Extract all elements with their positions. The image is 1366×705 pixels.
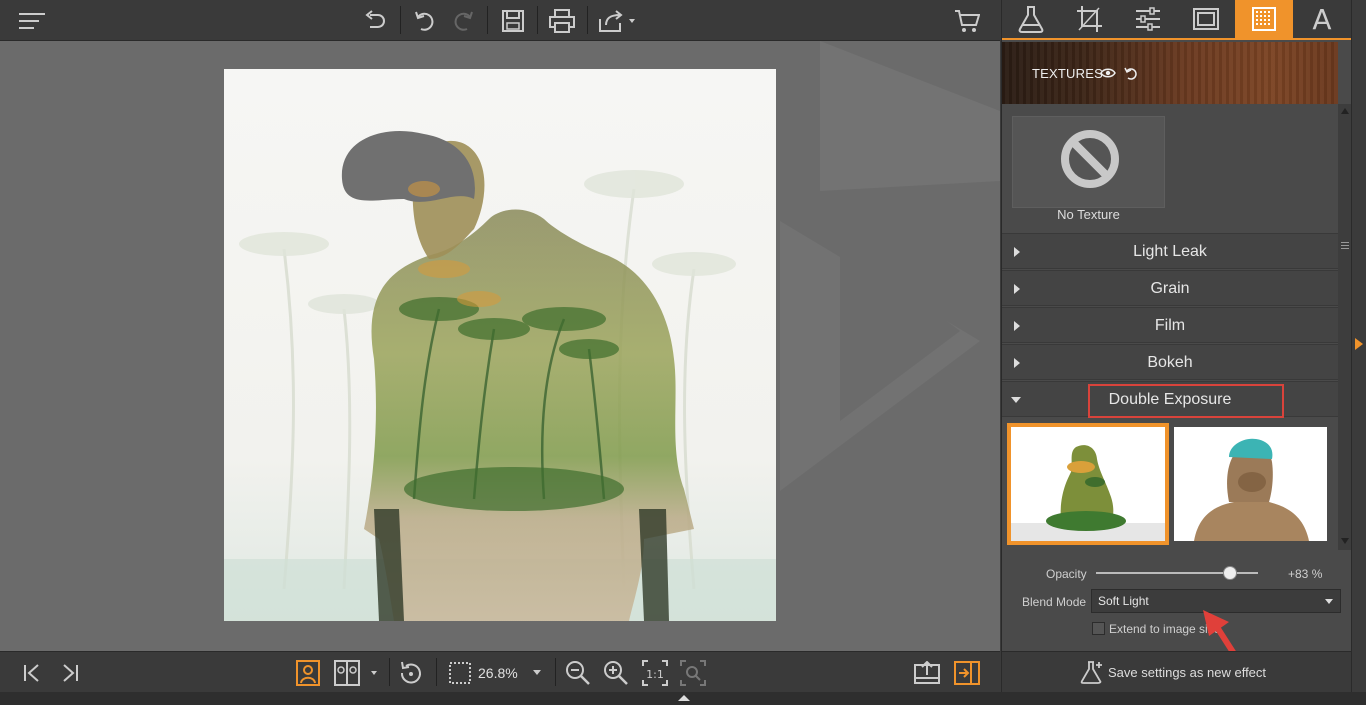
photo-editor-app: 26.8% 1:1 A TEXTURES No Texture Light Le… [0, 0, 1366, 705]
chevron-down-icon [1325, 599, 1333, 604]
panel-collapse-rail[interactable] [1351, 0, 1366, 692]
print-icon[interactable] [545, 4, 579, 38]
blend-mode-value: Soft Light [1098, 594, 1149, 608]
last-image-icon[interactable] [56, 656, 84, 690]
compare-view-icon[interactable] [332, 656, 382, 690]
reset-icon[interactable] [1123, 65, 1139, 81]
undo-icon[interactable] [408, 4, 442, 38]
bottom-strip [0, 692, 1366, 705]
watermark-logo [780, 41, 1000, 491]
zoom-select[interactable]: 26.8% [448, 659, 548, 687]
tab-text[interactable]: A [1293, 0, 1351, 38]
chevron-up-icon[interactable] [677, 694, 691, 702]
hamburger-menu-icon[interactable] [15, 4, 49, 38]
no-entry-icon [1061, 130, 1119, 188]
chevron-down-icon [532, 670, 541, 675]
tab-effects[interactable] [1002, 0, 1060, 38]
extend-checkbox[interactable] [1092, 622, 1105, 635]
grip-icon [1341, 242, 1349, 249]
bottom-toolbar: 26.8% 1:1 [0, 651, 1000, 692]
tab-crop[interactable] [1060, 0, 1118, 38]
actual-size-icon[interactable]: 1:1 [640, 656, 670, 690]
zoom-in-icon[interactable] [601, 656, 631, 690]
zoom-out-icon[interactable] [563, 656, 593, 690]
scroll-down-icon[interactable] [1341, 538, 1349, 544]
vertical-scrollbar[interactable] [1338, 104, 1352, 550]
blend-mode-label: Blend Mode [1022, 595, 1087, 609]
section-bokeh[interactable]: Bokeh [1002, 344, 1338, 380]
edited-photo [224, 69, 776, 621]
first-image-icon[interactable] [18, 656, 46, 690]
flask-plus-icon [1080, 661, 1102, 684]
tab-adjust[interactable] [1119, 0, 1177, 38]
section-film[interactable]: Film [1002, 307, 1338, 343]
texture-controls: Opacity +83 % Blend Mode Soft Light Exte… [1002, 550, 1352, 677]
tab-textures[interactable] [1235, 0, 1293, 38]
export-icon[interactable] [912, 656, 942, 690]
svg-text:1:1: 1:1 [646, 668, 664, 681]
right-panel: A TEXTURES No Texture Light Leak Grain F… [1001, 0, 1352, 692]
opacity-label: Opacity [1046, 567, 1087, 581]
section-grain[interactable]: Grain [1002, 270, 1338, 306]
section-light-leak[interactable]: Light Leak [1002, 233, 1338, 269]
texture-grid-icon [1252, 7, 1276, 31]
fit-screen-icon [449, 662, 471, 684]
image-canvas[interactable] [0, 41, 1000, 651]
save-effect-button[interactable]: Save settings as new effect [1002, 651, 1352, 692]
chevron-right-icon[interactable] [1355, 338, 1363, 350]
save-icon[interactable] [496, 4, 530, 38]
rotate-icon[interactable] [396, 656, 426, 690]
highlight-box [1088, 384, 1284, 418]
zoom-value: 26.8% [478, 665, 518, 681]
section-label: Light Leak [1133, 243, 1207, 260]
top-toolbar [0, 0, 1000, 41]
double-exposure-thumbnails [1002, 418, 1338, 550]
thumbnail-portrait[interactable] [1174, 427, 1327, 541]
section-label: Bokeh [1147, 354, 1193, 371]
redo-icon[interactable] [446, 4, 480, 38]
cart-icon[interactable] [950, 4, 984, 38]
fit-zoom-icon[interactable] [678, 656, 708, 690]
sliders-icon [1136, 7, 1160, 31]
text-tab-label: A [1312, 2, 1332, 36]
portrait-view-icon[interactable] [294, 656, 322, 690]
no-texture-tile[interactable] [1012, 116, 1165, 208]
toggle-panel-icon[interactable] [952, 656, 982, 690]
tab-frames[interactable] [1177, 0, 1235, 38]
thumbnail-tropical[interactable] [1007, 423, 1169, 545]
no-texture-label: No Texture [1057, 207, 1120, 222]
flask-icon [1018, 6, 1044, 33]
section-double-exposure[interactable]: Double Exposure [1002, 381, 1338, 418]
textures-list[interactable]: No Texture Light Leak Grain Film Bokeh D… [1002, 104, 1338, 550]
crop-icon [1077, 6, 1102, 32]
section-label: Grain [1150, 280, 1190, 297]
opacity-slider-handle[interactable] [1223, 566, 1238, 580]
share-icon[interactable] [596, 4, 640, 38]
scroll-up-icon[interactable] [1341, 108, 1349, 114]
textures-header: TEXTURES [1002, 42, 1338, 104]
save-effect-label: Save settings as new effect [1108, 665, 1267, 680]
section-label: Film [1154, 317, 1186, 334]
undo-all-icon[interactable] [358, 4, 392, 38]
panel-tabs: A [1002, 0, 1352, 40]
opacity-value: +83 % [1288, 567, 1323, 581]
textures-title: TEXTURES [1032, 66, 1103, 81]
eye-icon[interactable] [1100, 67, 1116, 79]
frame-icon [1193, 8, 1219, 30]
